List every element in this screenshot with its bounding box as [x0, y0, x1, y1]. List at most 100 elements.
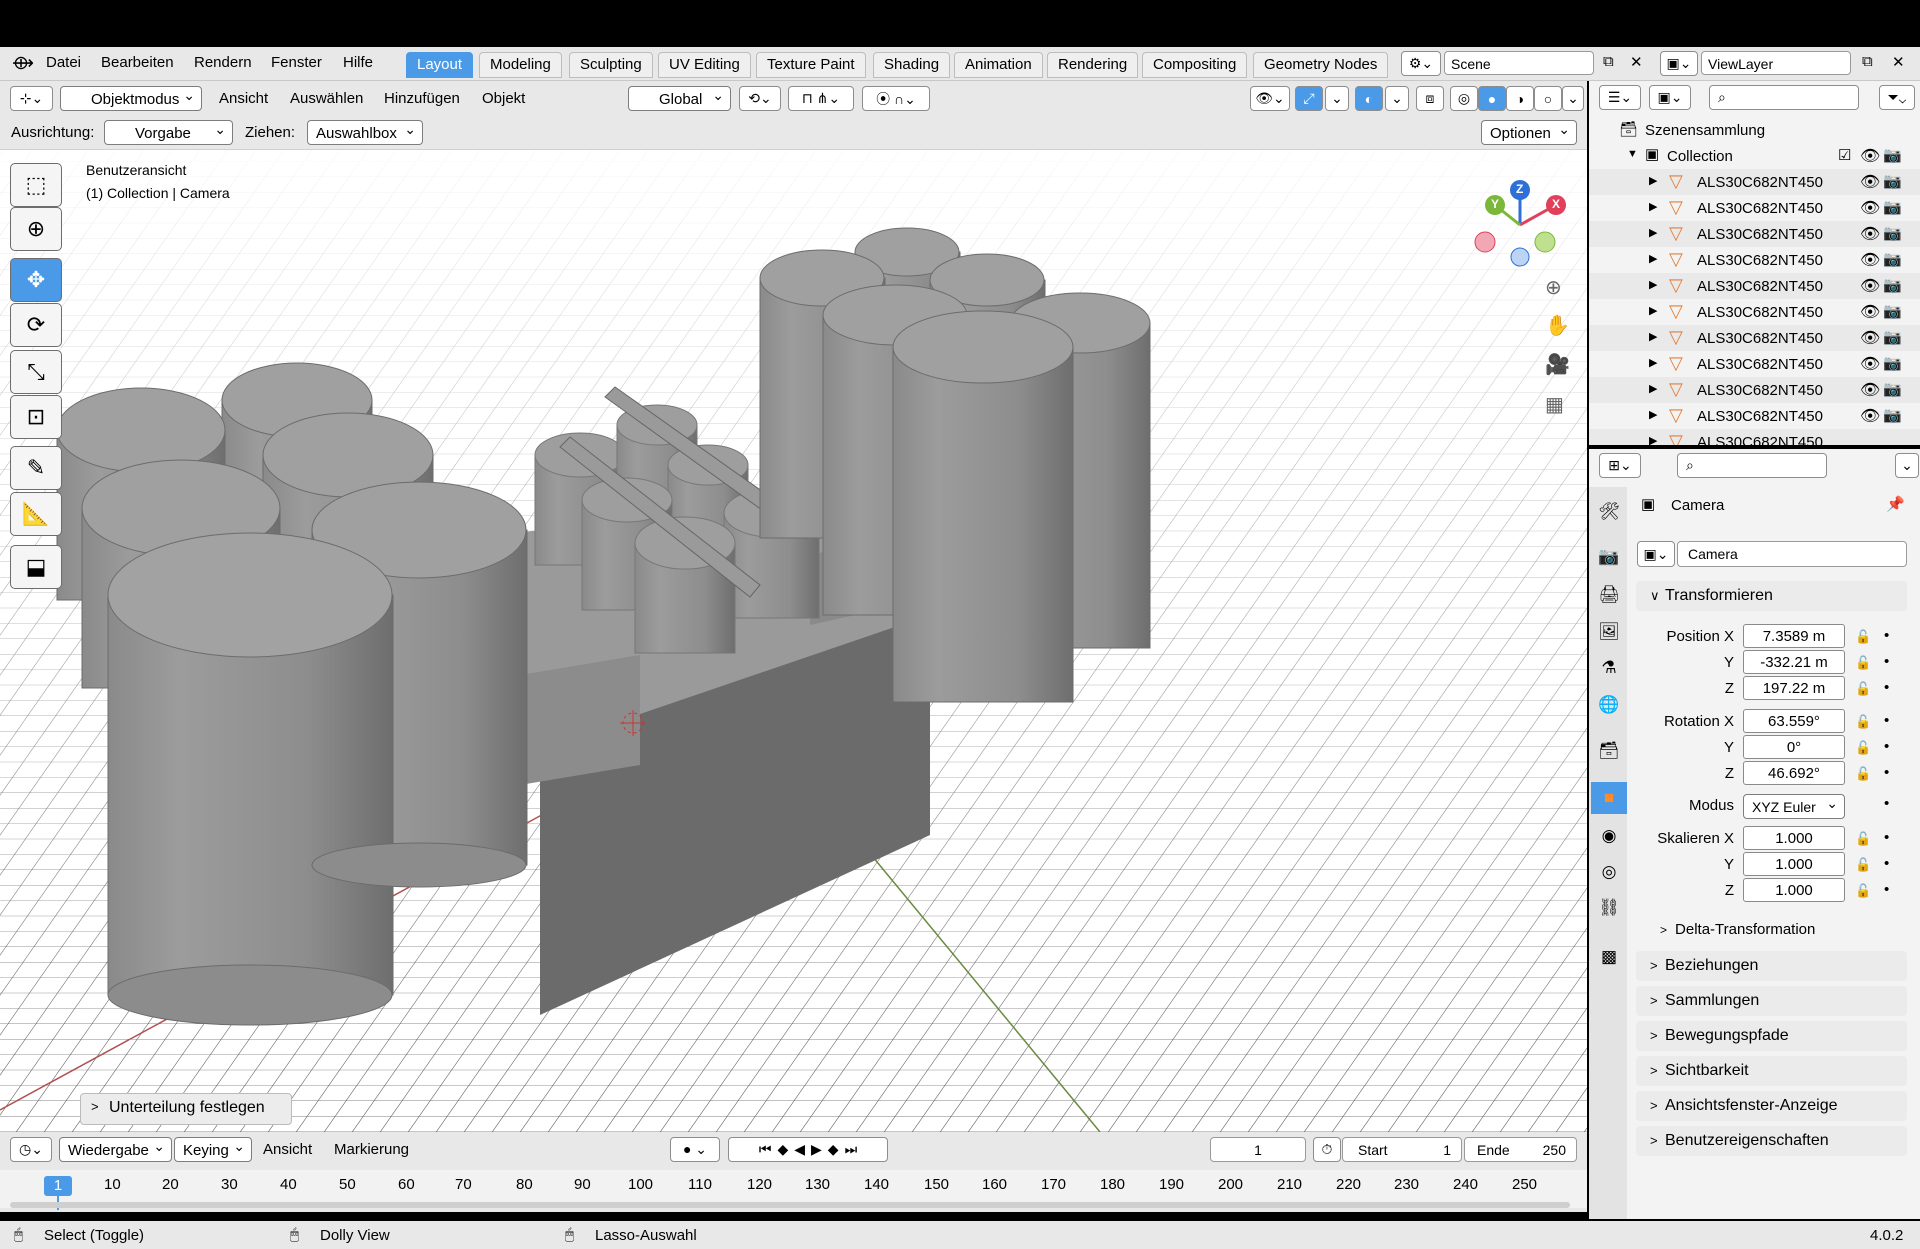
move-tool[interactable]: ✥ — [10, 258, 62, 302]
lock-icon[interactable]: 🔓 — [1855, 740, 1871, 756]
proportional-edit-icon[interactable]: ⦿ ∩⌄ — [862, 86, 930, 111]
outliner-item[interactable]: ▶ ▽ ALS30C682NT450 👁 📷 — [1589, 273, 1920, 299]
visibility-eye-icon[interactable]: 👁 — [1860, 380, 1880, 400]
delete-scene-icon[interactable]: ✕ — [1630, 53, 1643, 71]
playback-controls[interactable]: ⏮ ◆ ◀ ▶ ◆ ⏭ — [728, 1137, 888, 1162]
editor-type-icon[interactable]: ⊹⌄ — [10, 86, 53, 111]
keyframe-dot-icon[interactable]: • — [1884, 653, 1889, 670]
timeline-editor-type-icon[interactable]: ◷⌄ — [10, 1137, 52, 1162]
render-camera-icon[interactable]: 📷 — [1883, 198, 1902, 216]
outliner-item[interactable]: ▶ ▽ ALS30C682NT450 👁 📷 — [1589, 325, 1920, 351]
scale-z-field[interactable]: 1.000 — [1743, 878, 1845, 902]
menu-hinzufuegen[interactable]: Hinzufügen — [384, 90, 460, 107]
jump-end-icon[interactable]: ⏭ — [845, 1141, 858, 1158]
operator-redo-panel[interactable]: > Unterteilung festlegen — [80, 1093, 292, 1125]
tab-rendering[interactable]: Rendering — [1047, 52, 1139, 78]
outliner-item[interactable]: ▶ ▽ ALS30C682NT450 👁 📷 — [1589, 195, 1920, 221]
pin-icon[interactable]: 📌 — [1886, 495, 1905, 513]
record-keyframe-icon[interactable]: ● ⌄ — [670, 1137, 720, 1162]
properties-search-input[interactable]: ⌕ — [1677, 453, 1827, 478]
properties-editor-type-icon[interactable]: ⊞⌄ — [1599, 453, 1641, 478]
lock-icon[interactable]: 🔓 — [1855, 714, 1871, 730]
expand-triangle-icon[interactable]: ▶ — [1649, 408, 1657, 421]
rendered-shading-icon[interactable]: ○ — [1534, 86, 1562, 111]
collapse-triangle-icon[interactable]: ▼ — [1627, 148, 1638, 160]
transform-tool[interactable]: ⊡ — [10, 395, 62, 439]
delete-viewlayer-icon[interactable]: ✕ — [1892, 53, 1905, 71]
render-camera-icon[interactable]: 📷 — [1883, 406, 1902, 424]
orientation-dropdown[interactable]: Vorgabe — [104, 117, 233, 145]
render-camera-icon[interactable]: 📷 — [1883, 380, 1902, 398]
keyframe-dot-icon[interactable]: • — [1884, 764, 1889, 781]
expand-triangle-icon[interactable]: ▶ — [1649, 356, 1657, 369]
visibility-eye-icon[interactable]: 👁 — [1860, 406, 1880, 426]
menu-auswaehlen[interactable]: Auswählen — [290, 90, 363, 107]
outliner-collection[interactable]: ▼ ▣ Collection ☑ 👁 📷 — [1589, 143, 1920, 169]
visibility-eye-icon[interactable]: 👁 — [1860, 354, 1880, 374]
expand-triangle-icon[interactable]: ▶ — [1649, 174, 1657, 187]
rotation-mode-dropdown[interactable]: XYZ Euler — [1743, 791, 1845, 819]
render-camera-icon[interactable]: 📷 — [1883, 172, 1902, 190]
keyframe-dot-icon[interactable]: • — [1884, 829, 1889, 846]
position-z-field[interactable]: 197.22 m — [1743, 676, 1845, 700]
next-keyframe-icon[interactable]: ◆ — [828, 1141, 839, 1158]
end-frame-field[interactable]: Ende 250 — [1464, 1137, 1577, 1162]
scene-name-field[interactable]: Scene — [1444, 51, 1594, 75]
lock-icon[interactable]: 🔓 — [1855, 629, 1871, 645]
camera-view-icon[interactable]: 🎥 — [1545, 352, 1570, 377]
snap-icon[interactable]: ⊓ ⋔⌄ — [788, 86, 854, 111]
outliner-item[interactable]: ▶ ▽ ALS30C682NT450 👁 📷 — [1589, 377, 1920, 403]
render-camera-icon[interactable]: 📷 — [1883, 276, 1902, 294]
panel-bewegungspfade[interactable]: > Bewegungspfade — [1636, 1021, 1907, 1051]
prev-keyframe-icon[interactable]: ◆ — [777, 1141, 788, 1158]
keyframe-dot-icon[interactable]: • — [1884, 738, 1889, 755]
start-frame-field[interactable]: Start 1 — [1342, 1137, 1462, 1162]
tab-animation[interactable]: Animation — [954, 52, 1043, 78]
keying-dropdown[interactable]: Keying — [174, 1134, 252, 1162]
solid-shading-icon[interactable]: ● — [1478, 86, 1506, 111]
outliner-item[interactable]: ▶ ▽ ALS30C682NT450 👁 📷 — [1589, 169, 1920, 195]
lock-icon[interactable]: 🔓 — [1855, 766, 1871, 782]
measure-tool[interactable]: 📐 — [10, 492, 62, 536]
scale-y-field[interactable]: 1.000 — [1743, 852, 1845, 876]
xray-icon[interactable]: ⧈ — [1416, 86, 1444, 111]
timeline-menu-ansicht[interactable]: Ansicht — [263, 1141, 312, 1158]
scale-tool[interactable]: ⤡ — [10, 350, 62, 394]
cursor-tool[interactable]: ⊕ — [10, 207, 62, 251]
navigation-gizmo[interactable]: Z X Y — [1465, 170, 1575, 280]
rotation-x-field[interactable]: 63.559° — [1743, 709, 1845, 733]
render-camera-icon[interactable]: 📷 — [1883, 328, 1902, 346]
visibility-eye-icon[interactable]: 👁 — [1860, 302, 1880, 322]
menu-bearbeiten[interactable]: Bearbeiten — [101, 54, 174, 71]
outliner-item[interactable]: ▶ ▽ ALS30C682NT450 — [1589, 429, 1920, 445]
output-tab-icon[interactable]: 🖨 — [1591, 579, 1627, 611]
preview-range-icon[interactable]: ⏱ — [1313, 1137, 1341, 1162]
menu-rendern[interactable]: Rendern — [194, 54, 252, 71]
visibility-eye-icon[interactable]: 👁 — [1860, 276, 1880, 296]
keyframe-dot-icon[interactable]: • — [1884, 627, 1889, 644]
panel-ansichtsfenster-anzeige[interactable]: > Ansichtsfenster-Anzeige — [1636, 1091, 1907, 1121]
overlay-menu-icon[interactable]: ⌄ — [1385, 86, 1409, 111]
tool-tab-icon[interactable]: 🛠 — [1591, 496, 1627, 528]
visibility-eye-icon[interactable]: 👁 — [1860, 172, 1880, 192]
mode-dropdown[interactable]: Objektmodus — [60, 83, 202, 111]
outliner-item[interactable]: ▶ ▽ ALS30C682NT450 👁 📷 — [1589, 403, 1920, 429]
expand-triangle-icon[interactable]: ▶ — [1649, 278, 1657, 291]
gizmo-toggle-icon[interactable]: ⤢ — [1295, 86, 1323, 111]
visibility-eye-icon[interactable]: 👁 — [1860, 328, 1880, 348]
object-name-field[interactable]: Camera — [1677, 541, 1907, 567]
expand-triangle-icon[interactable]: ▶ — [1649, 200, 1657, 213]
tab-layout[interactable]: Layout — [406, 52, 474, 78]
expand-triangle-icon[interactable]: ▶ — [1649, 382, 1657, 395]
shading-menu-icon[interactable]: ⌄ — [1562, 86, 1584, 111]
visibility-eye-icon[interactable]: 👁 — [1860, 224, 1880, 244]
tab-uv-editing[interactable]: UV Editing — [658, 52, 751, 78]
outliner-item[interactable]: ▶ ▽ ALS30C682NT450 👁 📷 — [1589, 299, 1920, 325]
transform-panel-header[interactable]: ∨ Transformieren — [1636, 581, 1907, 611]
menu-objekt[interactable]: Objekt — [482, 90, 525, 107]
panel-beziehungen[interactable]: > Beziehungen — [1636, 951, 1907, 981]
rotation-y-field[interactable]: 0° — [1743, 735, 1845, 759]
lock-icon[interactable]: 🔓 — [1855, 883, 1871, 899]
filter-icon[interactable]: ⏷⌄ — [1879, 85, 1915, 110]
keyframe-dot-icon[interactable]: • — [1884, 795, 1889, 812]
